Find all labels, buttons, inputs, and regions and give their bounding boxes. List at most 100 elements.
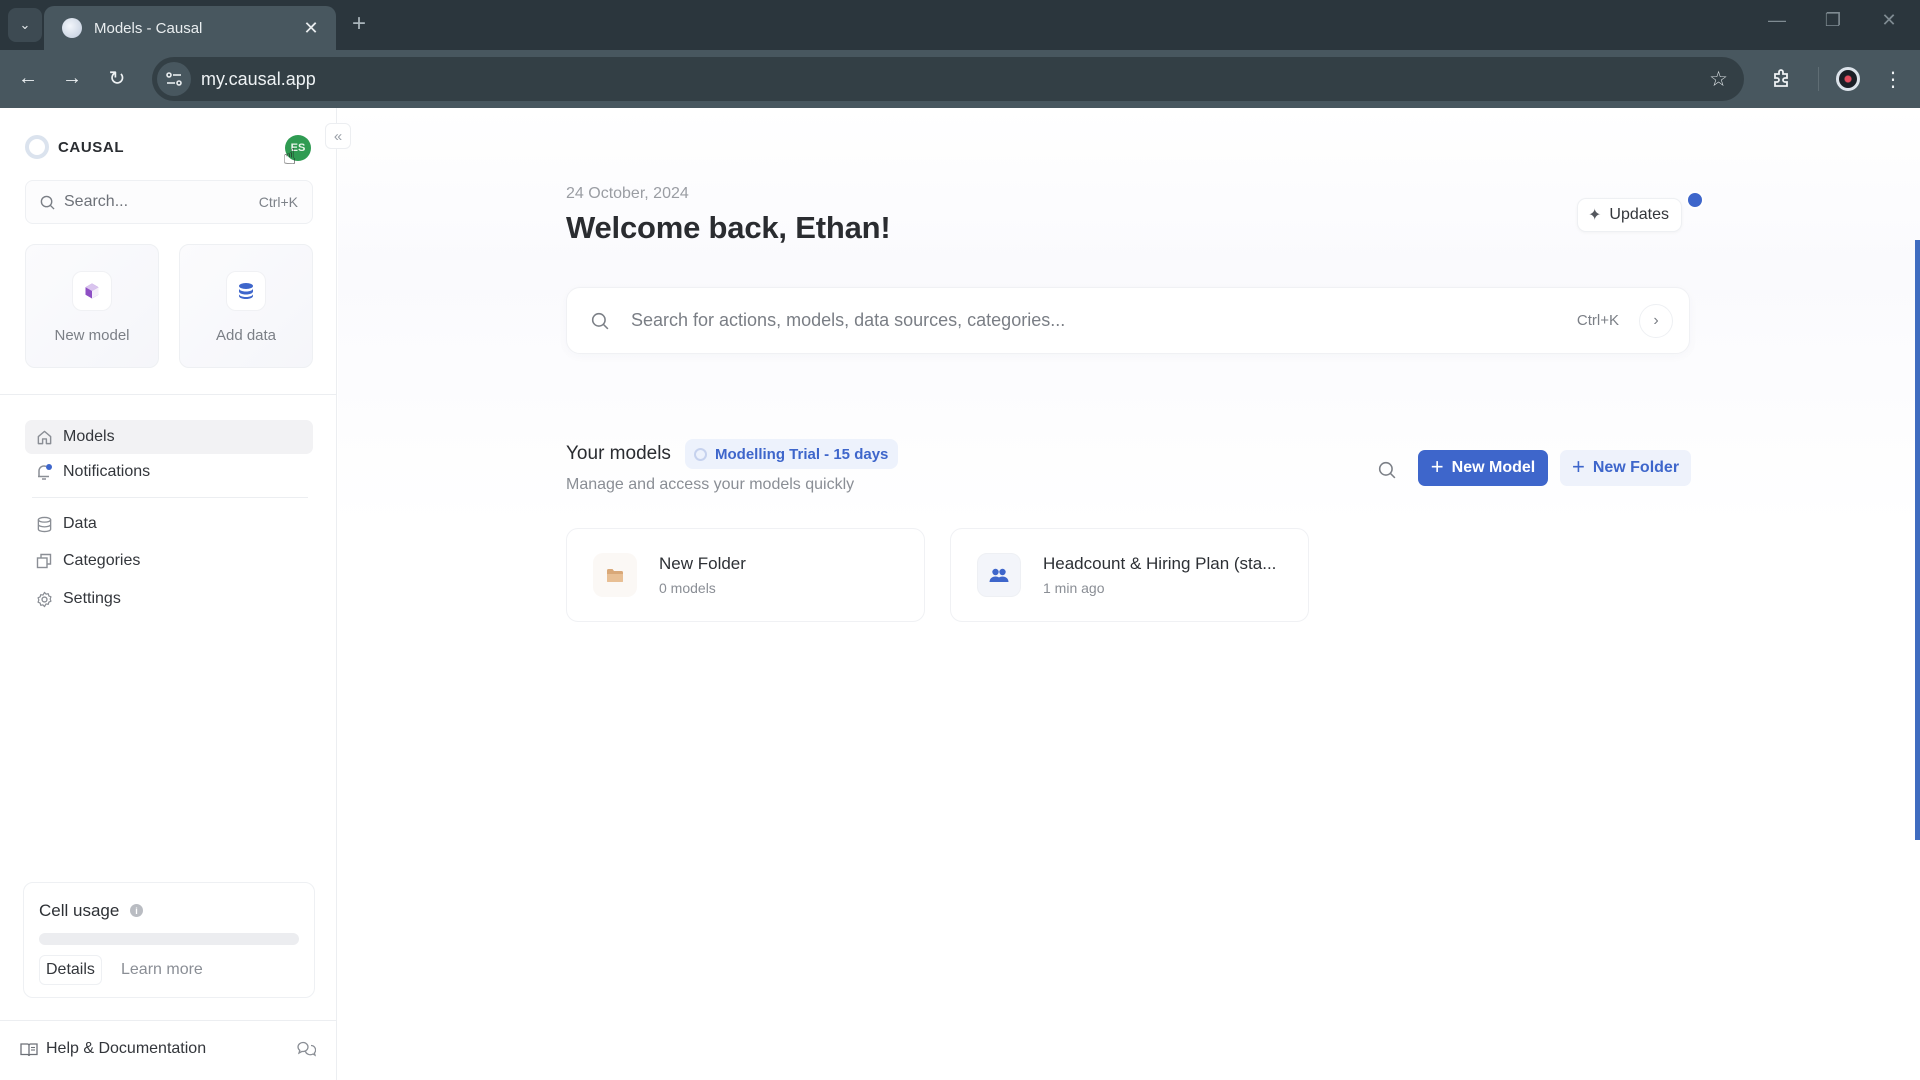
reload-button[interactable]: ↻ [101, 62, 133, 94]
chevrons-left-icon: « [333, 127, 343, 145]
bookmark-star-icon[interactable]: ☆ [1709, 67, 1728, 92]
forward-button[interactable]: → [56, 62, 88, 94]
card-name: Headcount & Hiring Plan (sta... [1043, 554, 1277, 573]
close-tab-icon[interactable]: ✕ [300, 18, 322, 39]
sidebar-item-data[interactable]: Data [25, 507, 313, 541]
tab-list-button[interactable]: ⌄ [8, 8, 42, 42]
quick-action-label: Add data [215, 327, 277, 344]
search-icon [1378, 461, 1396, 479]
new-model-label: New Model [1451, 459, 1536, 476]
current-date: 24 October, 2024 [566, 185, 689, 202]
minimize-icon[interactable]: — [1762, 10, 1792, 31]
details-button[interactable]: Details [39, 955, 102, 985]
your-models-heading: Your models [566, 443, 671, 464]
sidebar-item-settings[interactable]: Settings [25, 582, 313, 616]
global-search-input[interactable]: Search for actions, models, data sources… [566, 287, 1690, 354]
help-label: Help & Documentation [46, 1040, 207, 1057]
gear-icon [35, 590, 53, 608]
causal-logo-icon [25, 135, 49, 159]
trial-badge[interactable]: Modelling Trial - 15 days [685, 439, 899, 469]
divider [0, 394, 337, 395]
plus-icon: + [1571, 454, 1585, 479]
sidebar-item-label: Data [63, 515, 97, 532]
profile-icon [1836, 67, 1860, 91]
updates-notification-dot [1686, 191, 1704, 209]
divider [0, 1020, 337, 1021]
card-meta: 1 min ago [1043, 580, 1105, 596]
bell-icon [35, 463, 53, 481]
card-icon-frame [593, 553, 637, 597]
sidebar-item-categories[interactable]: Categories [25, 544, 313, 578]
sidebar-item-notifications[interactable]: Notifications [25, 455, 313, 489]
brand-name: CAUSAL [58, 138, 125, 156]
people-icon [989, 568, 1009, 582]
folder-card[interactable]: New Folder 0 models [566, 528, 925, 622]
sidebar-item-label: Settings [63, 590, 121, 607]
brand[interactable]: CAUSAL [25, 135, 124, 159]
info-icon[interactable]: i [130, 904, 143, 917]
address-bar[interactable]: my.causal.app ☆ [152, 57, 1744, 101]
trial-badge-label: Modelling Trial - 15 days [715, 445, 889, 463]
global-search-placeholder: Search for actions, models, data sources… [631, 310, 1066, 330]
collapse-sidebar-button[interactable]: « [325, 123, 351, 149]
extensions-button[interactable] [1764, 62, 1798, 96]
restore-icon[interactable]: ❐ [1818, 10, 1848, 31]
folder-icon [607, 568, 623, 582]
tune-icon [166, 72, 182, 86]
card-name: New Folder [659, 554, 746, 573]
book-icon [20, 1041, 38, 1057]
cube-icon [85, 283, 99, 299]
site-info-button[interactable] [157, 62, 191, 96]
new-model-quick-action[interactable]: New model [25, 244, 159, 368]
database-icon [239, 283, 253, 299]
sidebar-search-input[interactable]: Search... Ctrl+K [25, 180, 313, 224]
cell-usage-progress-bar [39, 933, 299, 945]
close-window-icon[interactable]: ✕ [1874, 10, 1904, 31]
search-models-button[interactable] [1375, 458, 1399, 482]
pointer-cursor-icon: ☝ [283, 144, 297, 169]
new-folder-button[interactable]: + New Folder [1560, 450, 1691, 486]
profile-button[interactable] [1831, 62, 1865, 96]
sidebar-search-shortcut: Ctrl+K [258, 194, 298, 210]
plus-icon: + [1430, 454, 1444, 479]
card-icon-frame [977, 553, 1021, 597]
learn-more-link[interactable]: Learn more [121, 961, 203, 979]
main-content: 24 October, 2024 Welcome back, Ethan! ✦ … [338, 108, 1920, 1080]
sidebar-item-models[interactable]: Models [25, 420, 313, 454]
copy-icon [35, 552, 53, 570]
arrow-left-icon: ← [18, 66, 38, 89]
reload-icon: ↻ [108, 67, 126, 90]
home-icon [35, 428, 53, 446]
puzzle-icon [1774, 69, 1788, 87]
chevron-right-icon[interactable]: › [1639, 303, 1673, 338]
chevron-down-icon: ⌄ [19, 17, 31, 32]
back-button[interactable]: ← [12, 62, 44, 94]
toolbar-divider [1818, 67, 1819, 91]
model-card[interactable]: Headcount & Hiring Plan (sta... 1 min ag… [950, 528, 1309, 622]
browser-menu-button[interactable]: ⋮ [1876, 62, 1910, 96]
updates-button[interactable]: ✦ Updates [1577, 198, 1682, 232]
quick-icon-frame [226, 271, 266, 311]
sidebar-item-label: Categories [63, 552, 141, 569]
arrow-right-icon: → [62, 66, 82, 89]
help-documentation-link[interactable]: Help & Documentation [20, 1040, 206, 1058]
cell-usage-title: Cell usage [39, 901, 120, 920]
scrollbar[interactable] [1915, 240, 1920, 840]
browser-tab[interactable]: Models - Causal ✕ [44, 6, 336, 50]
sparkle-icon: ✦ [1588, 207, 1602, 224]
quick-action-label: New model [54, 327, 130, 344]
database-icon [35, 515, 53, 533]
chat-icon[interactable] [296, 1040, 316, 1058]
url-text: my.causal.app [201, 68, 316, 89]
sidebar-item-label: Notifications [63, 463, 151, 480]
cell-usage-card: Cell usage i Details Learn more [23, 882, 315, 998]
sidebar-item-label: Models [63, 428, 115, 445]
progress-ring-icon [694, 447, 707, 461]
new-model-button[interactable]: + New Model [1418, 450, 1548, 486]
new-tab-button[interactable]: + [352, 10, 366, 38]
card-meta: 0 models [659, 580, 716, 596]
browser-tab-bar: ⌄ Models - Causal ✕ + — ❐ ✕ [0, 0, 1920, 50]
add-data-quick-action[interactable]: Add data [179, 244, 313, 368]
browser-toolbar: ← → ↻ my.causal.app ☆ ⋮ [0, 50, 1920, 108]
new-folder-label: New Folder [1592, 459, 1680, 476]
